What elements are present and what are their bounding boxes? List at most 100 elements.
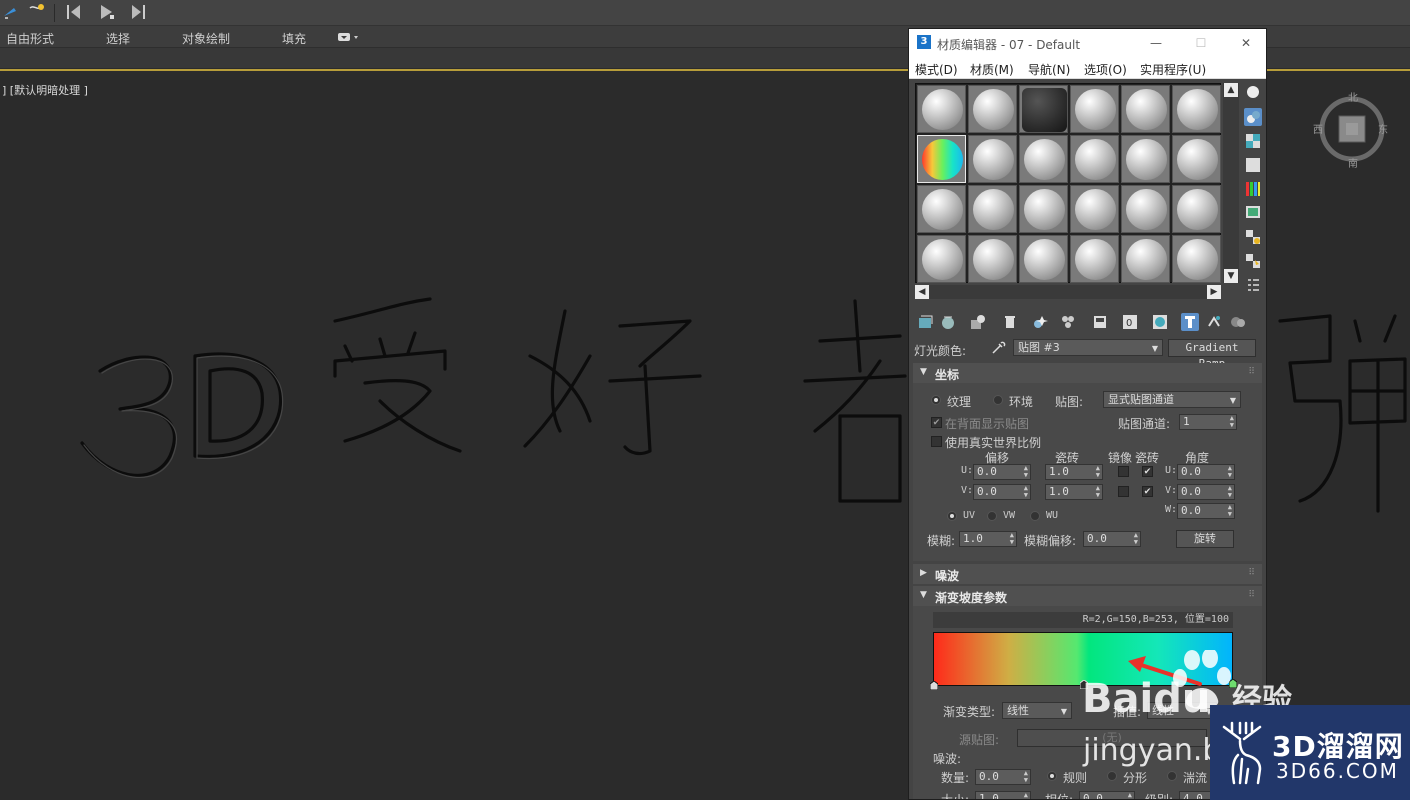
material-sample-slot[interactable] bbox=[1172, 85, 1221, 133]
minimize-button[interactable]: — bbox=[1134, 29, 1178, 57]
map-name-dropdown[interactable]: 贴图 #3 ▼ bbox=[1013, 339, 1163, 356]
environ-radio[interactable] bbox=[993, 395, 1003, 405]
slots-horizontal-scrollbar[interactable]: ◀ ▶ bbox=[915, 285, 1221, 299]
slots-vertical-scrollbar[interactable]: ▲ ▼ bbox=[1223, 83, 1239, 283]
viewcube-north[interactable]: 北 bbox=[1348, 89, 1358, 104]
make-unique-icon[interactable] bbox=[1031, 313, 1049, 331]
u-tile-checkbox[interactable]: ✔ bbox=[1142, 466, 1153, 477]
bind-spacewarp-icon[interactable] bbox=[24, 1, 48, 23]
v-angle-spinner[interactable]: 0.0 ▲ ▼ bbox=[1177, 484, 1235, 500]
scroll-right-icon[interactable]: ▶ bbox=[1207, 285, 1221, 299]
make-preview-icon[interactable] bbox=[1244, 204, 1262, 222]
noise-amount-spinner[interactable]: 0.0 ▲ ▼ bbox=[975, 769, 1031, 785]
material-sample-slot[interactable] bbox=[1121, 135, 1170, 183]
ribbon-tab-freeform[interactable]: 自由形式 bbox=[6, 30, 54, 47]
material-sample-slot[interactable] bbox=[917, 185, 966, 233]
material-sample-slot[interactable] bbox=[1019, 85, 1068, 133]
menu-options[interactable]: 选项(O) bbox=[1084, 61, 1127, 78]
close-button[interactable]: ✕ bbox=[1224, 29, 1266, 57]
ribbon-tab-selection[interactable]: 选择 bbox=[106, 30, 130, 47]
put-to-scene-icon[interactable] bbox=[939, 313, 957, 331]
material-sample-slot[interactable] bbox=[1070, 185, 1119, 233]
options-icon[interactable] bbox=[1244, 228, 1262, 246]
go-forward-sibling-icon[interactable] bbox=[1229, 313, 1247, 331]
show-shaded-map-icon[interactable] bbox=[1151, 313, 1169, 331]
material-sample-slot[interactable] bbox=[1121, 185, 1170, 233]
map-type-button[interactable]: Gradient Ramp bbox=[1168, 339, 1256, 370]
rotate-button[interactable]: 旋转 bbox=[1176, 530, 1234, 548]
eyedropper-icon[interactable] bbox=[990, 340, 1006, 356]
viewport-shading-label[interactable]: ] [默认明暗处理 ] bbox=[2, 82, 88, 98]
scroll-down-icon[interactable]: ▼ bbox=[1224, 269, 1238, 283]
viewcube-south[interactable]: 南 bbox=[1348, 155, 1358, 170]
v-mirror-checkbox[interactable] bbox=[1118, 486, 1129, 497]
select-by-material-icon[interactable] bbox=[1244, 252, 1262, 270]
material-sample-slot[interactable] bbox=[1172, 135, 1221, 183]
uv-radio[interactable] bbox=[947, 511, 957, 521]
material-sample-slot[interactable] bbox=[1070, 235, 1119, 283]
real-world-scale-checkbox[interactable] bbox=[931, 436, 942, 447]
u-mirror-checkbox[interactable] bbox=[1118, 466, 1129, 477]
gradient-type-dropdown[interactable]: 线性 ▼ bbox=[1002, 702, 1072, 719]
sample-uv-tiling-icon[interactable] bbox=[1244, 156, 1262, 174]
vw-radio[interactable] bbox=[987, 511, 997, 521]
show-map-on-back-checkbox[interactable]: ✔ bbox=[931, 417, 942, 428]
gradient-flag-start-icon[interactable] bbox=[930, 681, 938, 690]
menu-mode[interactable]: 模式(D) bbox=[915, 61, 958, 78]
texture-radio[interactable] bbox=[931, 395, 941, 405]
mapping-dropdown[interactable]: 显式贴图通道 ▼ bbox=[1103, 391, 1241, 408]
select-link-icon[interactable] bbox=[0, 1, 24, 23]
prev-frame-icon[interactable] bbox=[62, 1, 86, 23]
coordinates-rollout-header[interactable]: ▼ 坐标 ⠿ bbox=[913, 363, 1262, 383]
ribbon-tab-object-paint[interactable]: 对象绘制 bbox=[182, 30, 230, 47]
noise-size-spinner[interactable]: 1.0▲▼ bbox=[975, 791, 1031, 799]
backlight-icon[interactable] bbox=[1244, 108, 1262, 126]
assign-to-selection-icon[interactable] bbox=[969, 313, 987, 331]
material-sample-slot[interactable] bbox=[1019, 185, 1068, 233]
material-sample-slot[interactable] bbox=[968, 185, 1017, 233]
ribbon-tab-populate[interactable]: 填充 bbox=[282, 30, 306, 47]
material-sample-slot[interactable] bbox=[1172, 235, 1221, 283]
material-sample-slot[interactable] bbox=[1121, 85, 1170, 133]
noise-rollout-header[interactable]: ▶ 噪波 ⠿ bbox=[913, 564, 1262, 584]
wu-radio[interactable] bbox=[1030, 511, 1040, 521]
put-to-library-icon[interactable] bbox=[1059, 313, 1077, 331]
menu-utilities[interactable]: 实用程序(U) bbox=[1140, 61, 1206, 78]
viewcube-east[interactable]: 东 bbox=[1378, 121, 1388, 136]
material-sample-slot[interactable] bbox=[1172, 185, 1221, 233]
viewcube-west[interactable]: 西 bbox=[1313, 121, 1323, 136]
u-angle-spinner[interactable]: 0.0 ▲ ▼ bbox=[1177, 464, 1235, 480]
material-sample-slot[interactable] bbox=[1121, 235, 1170, 283]
maximize-button[interactable]: ☐ bbox=[1179, 29, 1223, 57]
u-tiling-spinner[interactable]: 1.0 ▲ ▼ bbox=[1045, 464, 1103, 480]
gradient-ramp-rollout-header[interactable]: ▼ 渐变坡度参数 ⠿ bbox=[913, 586, 1262, 606]
next-frame-icon[interactable] bbox=[126, 1, 150, 23]
material-sample-slot[interactable] bbox=[968, 235, 1017, 283]
material-sample-slot[interactable] bbox=[1070, 85, 1119, 133]
w-angle-spinner[interactable]: 0.0 ▲ ▼ bbox=[1177, 503, 1235, 519]
background-checker-icon[interactable] bbox=[1244, 132, 1262, 150]
material-sample-slot[interactable] bbox=[1019, 135, 1068, 183]
noise-phase-spinner[interactable]: 0.0▲▼ bbox=[1079, 791, 1135, 799]
get-material-icon[interactable] bbox=[917, 313, 935, 331]
material-sample-slot[interactable] bbox=[968, 135, 1017, 183]
material-sample-slot[interactable] bbox=[1019, 235, 1068, 283]
scroll-up-icon[interactable]: ▲ bbox=[1224, 83, 1238, 97]
material-sample-slot[interactable] bbox=[917, 135, 966, 183]
noise-turbulence-radio[interactable] bbox=[1167, 771, 1177, 781]
material-sample-slot[interactable] bbox=[917, 85, 966, 133]
view-cube[interactable]: 北 南 西 东 bbox=[1313, 89, 1389, 170]
material-map-navigator-icon[interactable] bbox=[1244, 276, 1262, 294]
go-to-parent-icon[interactable] bbox=[1205, 313, 1223, 331]
scroll-left-icon[interactable]: ◀ bbox=[915, 285, 929, 299]
map-channel-spinner[interactable]: 1 ▲ ▼ bbox=[1179, 414, 1237, 430]
play-icon[interactable] bbox=[94, 1, 118, 23]
u-offset-spinner[interactable]: 0.0 ▲ ▼ bbox=[973, 464, 1031, 480]
window-titlebar[interactable]: 3 材质编辑器 - 07 - Default — ☐ ✕ bbox=[909, 29, 1266, 57]
material-id-channel-icon[interactable] bbox=[1091, 313, 1109, 331]
sample-type-sphere-icon[interactable] bbox=[1244, 83, 1262, 101]
reset-map-icon[interactable] bbox=[1001, 313, 1019, 331]
blur-spinner[interactable]: 1.0 ▲ ▼ bbox=[959, 531, 1017, 547]
noise-fractal-radio[interactable] bbox=[1107, 771, 1117, 781]
show-end-result-icon[interactable] bbox=[1181, 313, 1199, 331]
